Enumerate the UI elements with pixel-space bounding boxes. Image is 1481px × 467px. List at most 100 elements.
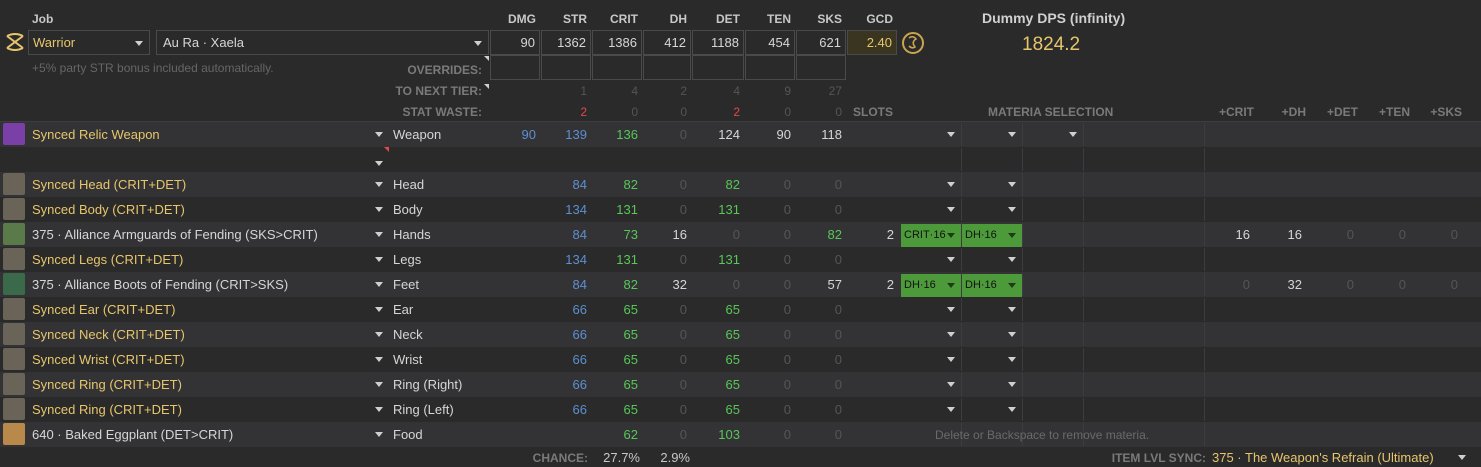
chevron-down-icon bbox=[1069, 132, 1077, 137]
materia-select[interactable]: DH·16 bbox=[962, 223, 1023, 247]
override-input-sks[interactable] bbox=[796, 55, 846, 80]
gear-stat-sks: 0 bbox=[834, 327, 842, 342]
override-input-str[interactable] bbox=[541, 55, 591, 80]
gear-stat-ten: 0 bbox=[783, 177, 791, 192]
gcd-icon[interactable] bbox=[902, 32, 924, 54]
override-input-dmg[interactable] bbox=[490, 55, 540, 80]
race-value: Au Ra · Xaela bbox=[163, 35, 244, 50]
gear-item-icon bbox=[3, 423, 25, 445]
materia-selection-header: MATERIA SELECTION bbox=[988, 105, 1114, 119]
materia-select[interactable] bbox=[962, 248, 1023, 271]
gear-row-hands: 375 · Alliance Armguards of Fending (SKS… bbox=[0, 222, 1481, 247]
gear-stat-det bbox=[692, 147, 740, 172]
bonus-value: 0 bbox=[1450, 277, 1458, 292]
materia-chip[interactable]: DH·16 bbox=[962, 224, 1022, 247]
gear-stat-sks: 0 bbox=[834, 202, 842, 217]
race-select[interactable]: Au Ra · Xaela bbox=[156, 30, 489, 55]
materia-select[interactable] bbox=[962, 398, 1023, 421]
bonus-value bbox=[1310, 147, 1354, 172]
chevron-down-icon bbox=[1008, 283, 1016, 288]
chevron-down-icon bbox=[1008, 132, 1016, 137]
chevron-down-icon bbox=[1008, 307, 1016, 312]
override-input-dh[interactable] bbox=[643, 55, 691, 80]
gear-select[interactable] bbox=[28, 147, 388, 172]
materia-chip[interactable]: CRIT·16 bbox=[901, 224, 961, 247]
materia-select[interactable] bbox=[962, 198, 1023, 221]
chevron-down-icon bbox=[1008, 407, 1016, 412]
materia-select[interactable] bbox=[962, 298, 1023, 321]
materia-select[interactable]: DH·16 bbox=[962, 273, 1023, 297]
materia-select[interactable] bbox=[962, 348, 1023, 371]
chevron-down-icon bbox=[375, 132, 383, 137]
chevron-down-icon bbox=[1008, 332, 1016, 337]
gear-stat-det: 103 bbox=[718, 427, 740, 442]
materia-slot-empty bbox=[1023, 323, 1084, 346]
bonus-value bbox=[1206, 122, 1250, 147]
stat-header-gcd: GCD bbox=[866, 12, 893, 26]
gear-slot-label: Ring (Right) bbox=[393, 377, 463, 392]
stat-waste-dh: 0 bbox=[680, 105, 687, 119]
materia-select[interactable] bbox=[901, 123, 962, 146]
gear-stat-str: 84 bbox=[572, 277, 587, 292]
sync-select[interactable]: 375 · The Weapon's Refrain (Ultimate) bbox=[1212, 450, 1474, 465]
materia-select[interactable] bbox=[962, 173, 1023, 196]
gear-stat-crit: 82 bbox=[623, 277, 638, 292]
gear-select[interactable]: Synced Legs (CRIT+DET) bbox=[28, 247, 388, 272]
materia-select[interactable]: DH·16 bbox=[901, 273, 962, 297]
bonus-value bbox=[1414, 122, 1458, 147]
materia-select[interactable] bbox=[962, 323, 1023, 346]
bonus-value bbox=[1362, 247, 1406, 272]
materia-chip[interactable]: DH·16 bbox=[962, 274, 1022, 297]
gear-select[interactable]: 375 · Alliance Boots of Fending (CRIT>SK… bbox=[28, 272, 388, 297]
gear-select[interactable]: Synced Head (CRIT+DET) bbox=[28, 172, 388, 197]
materia-slot-empty bbox=[1023, 248, 1084, 271]
job-select[interactable]: Warrior bbox=[28, 30, 150, 55]
bonus-value bbox=[1258, 172, 1302, 197]
gear-select[interactable]: Synced Ring (CRIT+DET) bbox=[28, 372, 388, 397]
gear-select[interactable]: 640 · Baked Eggplant (DET>CRIT) bbox=[28, 422, 388, 447]
chance-dh: 2.9% bbox=[660, 450, 690, 465]
bonus-value bbox=[1258, 247, 1302, 272]
materia-select[interactable] bbox=[901, 348, 962, 371]
gear-name: Synced Head (CRIT+DET) bbox=[32, 177, 187, 192]
stat-header-dmg: DMG bbox=[508, 12, 536, 26]
materia-chip[interactable]: DH·16 bbox=[901, 274, 961, 297]
gear-stat-crit: 131 bbox=[616, 202, 638, 217]
chevron-down-icon bbox=[947, 233, 955, 238]
gear-select[interactable]: 375 · Alliance Armguards of Fending (SKS… bbox=[28, 222, 388, 247]
materia-select[interactable] bbox=[962, 123, 1023, 146]
materia-select[interactable] bbox=[1023, 123, 1084, 146]
materia-select[interactable] bbox=[901, 248, 962, 271]
materia-select[interactable] bbox=[901, 298, 962, 321]
materia-select[interactable]: CRIT·16 bbox=[901, 223, 962, 247]
materia-select[interactable] bbox=[962, 373, 1023, 396]
chevron-down-icon bbox=[375, 432, 383, 437]
materia-select[interactable] bbox=[901, 173, 962, 196]
stat-header-str: STR bbox=[563, 12, 587, 26]
gear-select[interactable]: Synced Ring (CRIT+DET) bbox=[28, 397, 388, 422]
chevron-down-icon bbox=[375, 332, 383, 337]
bonus-header-2: +DET bbox=[1326, 105, 1358, 119]
gear-select[interactable]: Synced Wrist (CRIT+DET) bbox=[28, 347, 388, 372]
stat-value-dh: 412 bbox=[643, 30, 691, 55]
stat-value-text: 621 bbox=[819, 35, 841, 50]
chevron-down-icon bbox=[375, 207, 383, 212]
bonus-value bbox=[1258, 397, 1302, 422]
override-input-ten[interactable] bbox=[745, 55, 795, 80]
materia-select[interactable] bbox=[901, 323, 962, 346]
gear-stat-sks: 57 bbox=[827, 277, 842, 292]
stat-value-text: 1386 bbox=[608, 35, 637, 50]
gear-stat-ten: 90 bbox=[776, 127, 791, 142]
gear-select[interactable]: Synced Relic Weapon bbox=[28, 122, 388, 147]
materia-select[interactable] bbox=[901, 198, 962, 221]
materia-select[interactable] bbox=[901, 398, 962, 421]
override-input-det[interactable] bbox=[692, 55, 744, 80]
gear-select[interactable]: Synced Body (CRIT+DET) bbox=[28, 197, 388, 222]
materia-slot-count: 2 bbox=[886, 277, 894, 292]
materia-select[interactable] bbox=[901, 373, 962, 396]
gear-select[interactable]: Synced Ear (CRIT+DET) bbox=[28, 297, 388, 322]
gear-stat-dmg bbox=[490, 247, 536, 272]
gear-stat-det: 65 bbox=[725, 352, 740, 367]
gear-select[interactable]: Synced Neck (CRIT+DET) bbox=[28, 322, 388, 347]
override-input-crit[interactable] bbox=[592, 55, 642, 80]
